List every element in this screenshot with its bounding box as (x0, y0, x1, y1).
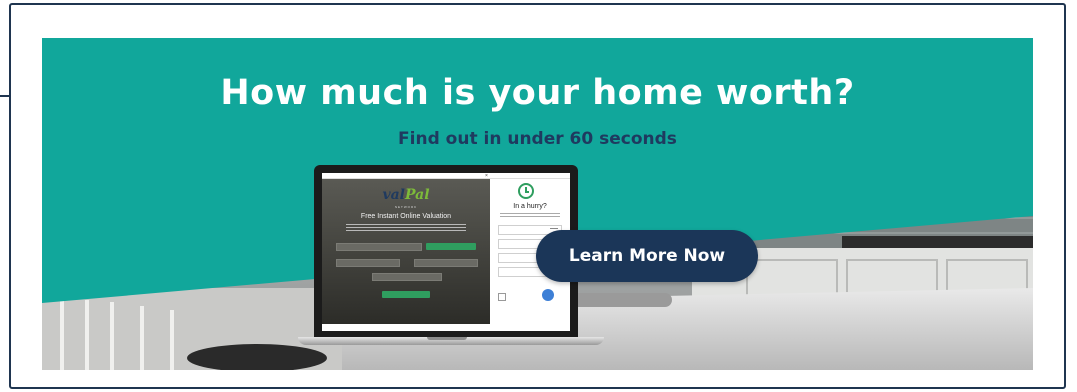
screen-footer (322, 324, 570, 331)
headline: How much is your home worth? (220, 73, 855, 113)
screen-paragraph (346, 224, 466, 234)
valpal-logo: valPal (322, 187, 490, 203)
logo-main: val (382, 187, 405, 203)
subheadline: Find out in under 60 seconds (398, 129, 677, 149)
postcode-input (336, 243, 422, 251)
learn-more-button[interactable]: Learn More Now (536, 230, 758, 282)
find-address-button (426, 243, 476, 250)
clock-icon (518, 183, 534, 199)
laptop-notch (427, 337, 467, 340)
screen-title: Free Instant Online Valuation (360, 213, 452, 220)
promo-banner[interactable]: How much is your home worth? Find out in… (42, 38, 1033, 370)
captcha-checkbox (498, 293, 506, 301)
type-select (372, 273, 442, 281)
divider (0, 95, 10, 97)
hurry-text (500, 213, 560, 221)
captcha-icon (542, 289, 554, 301)
bedrooms-select (336, 259, 400, 267)
valuation-form-panel: valPal NETWORK Free Instant Online Valua… (322, 179, 490, 324)
hurry-title: In a hurry? (513, 203, 547, 210)
property-type-select (414, 259, 478, 267)
submit-button (382, 291, 430, 298)
logo-accent: Pal (404, 187, 430, 203)
laptop-screen: × valPal NETWORK Free Instant Online Val… (322, 173, 570, 331)
logo-subtitle: NETWORK (394, 205, 418, 209)
